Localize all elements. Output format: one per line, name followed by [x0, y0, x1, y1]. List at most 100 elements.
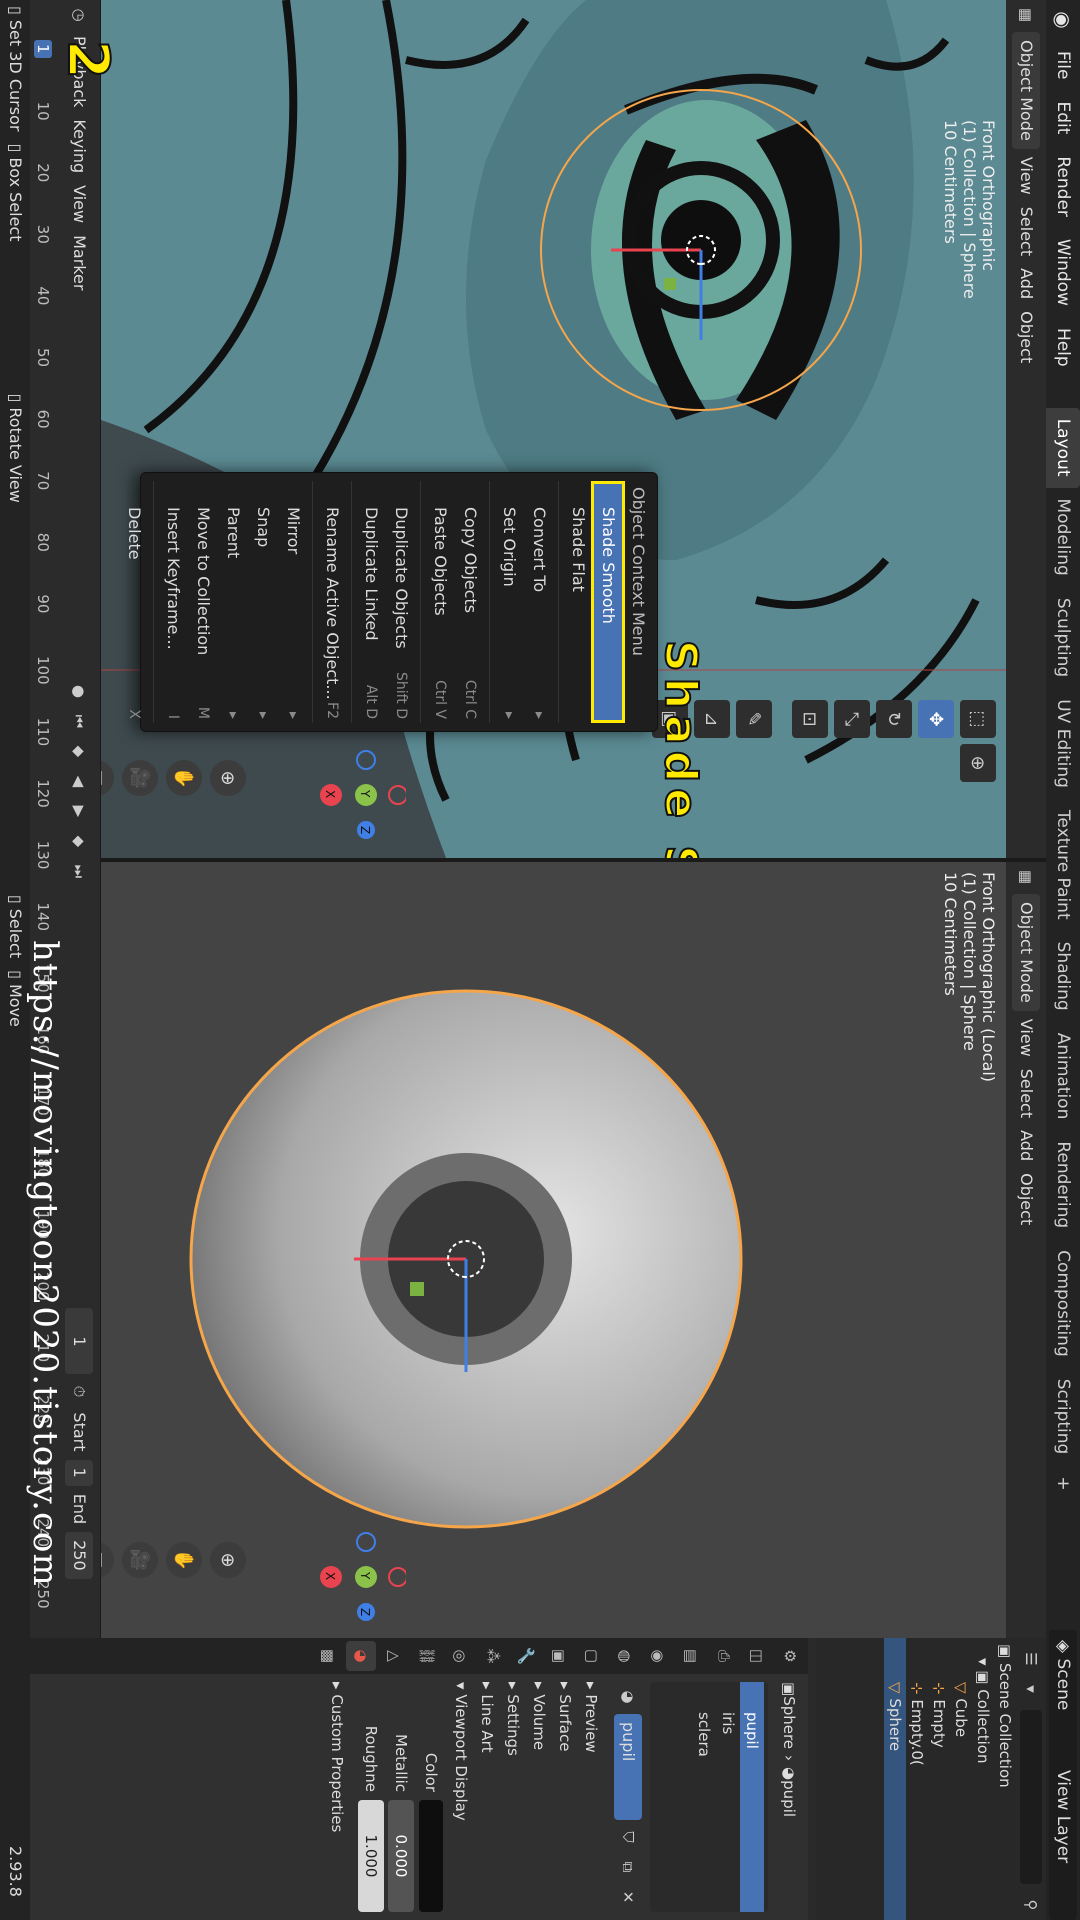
zoom-icon[interactable]: ⊕: [210, 1542, 246, 1578]
modifier-tab-icon[interactable]: 🔧: [511, 1641, 541, 1671]
section-viewport-display[interactable]: ▾ Viewport Display: [448, 1682, 474, 1912]
tab-scripting[interactable]: Scripting: [1046, 1368, 1080, 1466]
cursor-tool-icon[interactable]: ⊕: [960, 744, 996, 782]
object-tab-icon[interactable]: ▣: [544, 1641, 574, 1671]
scene-selector[interactable]: ◈ Scene: [1049, 1630, 1077, 1770]
data-tab-icon[interactable]: △: [379, 1641, 409, 1671]
section-volume[interactable]: ▸ Volume: [526, 1682, 552, 1912]
menu-view[interactable]: View: [1012, 151, 1040, 201]
duplicate-linked-item[interactable]: Duplicate Linked Alt D: [356, 473, 386, 731]
parent-item[interactable]: Parent ▸: [218, 473, 248, 731]
set-origin-item[interactable]: Set Origin ▸: [494, 473, 524, 731]
prev-keyframe-icon[interactable]: ◆: [66, 738, 92, 764]
axis-gizmo-left[interactable]: X Y Z: [296, 740, 406, 850]
collection-tab-icon[interactable]: ▢: [577, 1641, 607, 1671]
snap-item[interactable]: Snap ▸: [248, 473, 278, 731]
menu-edit[interactable]: Edit: [1046, 90, 1080, 145]
pan-icon[interactable]: ✋: [166, 1542, 202, 1578]
material-slot-iris[interactable]: iris: [716, 1682, 740, 1912]
outliner-row-empty[interactable]: ⊹ Empty: [928, 1638, 950, 1920]
material-tab-icon[interactable]: ◕: [346, 1641, 376, 1671]
world-tab-icon[interactable]: ◍: [610, 1641, 640, 1671]
section-preview[interactable]: ▸ Preview: [578, 1682, 604, 1912]
section-settings[interactable]: ▸ Settings: [500, 1682, 526, 1912]
roughness-field[interactable]: 1.000: [358, 1800, 384, 1912]
mirror-item[interactable]: Mirror ▸: [278, 473, 308, 731]
shade-smooth-item[interactable]: Shade Smooth: [592, 467, 624, 737]
tab-uv-editing[interactable]: UV Editing: [1046, 688, 1080, 799]
current-frame-field[interactable]: 1: [65, 1308, 93, 1375]
menu-object[interactable]: Object: [1012, 305, 1040, 369]
menu-add[interactable]: Add: [1012, 1124, 1040, 1167]
blender-logo-icon[interactable]: ◉: [1046, 0, 1080, 40]
object-mode-dropdown[interactable]: Object Mode: [1012, 32, 1040, 149]
duplicate-material-icon[interactable]: ⧉: [615, 1854, 641, 1880]
outliner-row-cube[interactable]: ▽ Cube: [950, 1638, 972, 1920]
play-reverse-icon[interactable]: ◀: [66, 768, 92, 794]
constraints-tab-icon[interactable]: ⛓: [412, 1641, 442, 1671]
menu-render[interactable]: Render: [1046, 145, 1080, 228]
jump-end-icon[interactable]: ⏭: [66, 858, 92, 884]
section-custom-properties[interactable]: ▸ Custom Properties: [324, 1682, 350, 1912]
material-slot-sclera[interactable]: sclera: [692, 1682, 716, 1912]
start-frame-field[interactable]: 1: [65, 1459, 93, 1486]
camera-icon[interactable]: 🎥: [122, 1542, 158, 1578]
rotate-tool-icon[interactable]: ↻: [876, 700, 912, 738]
annotate-tool-icon[interactable]: ✎: [736, 700, 772, 738]
select-box-tool-icon[interactable]: ⬚: [960, 700, 996, 738]
ortho-grid-icon[interactable]: ▦: [101, 760, 114, 796]
material-slot-pupil[interactable]: pupil: [740, 1682, 764, 1912]
zoom-icon[interactable]: ⊕: [210, 760, 246, 796]
editor-type-icon[interactable]: ▦: [1013, 2, 1039, 28]
play-icon[interactable]: ▶: [66, 798, 92, 824]
particles-tab-icon[interactable]: ⁂: [478, 1641, 508, 1671]
section-surface[interactable]: ▸ Surface: [552, 1682, 578, 1912]
metallic-field[interactable]: 0.000: [388, 1800, 414, 1912]
delete-item[interactable]: Delete X: [119, 473, 149, 731]
tab-texture-paint[interactable]: Texture Paint: [1046, 799, 1080, 931]
next-keyframe-icon[interactable]: ◆: [66, 828, 92, 854]
paste-objects-item[interactable]: Paste Objects Ctrl V: [425, 473, 455, 731]
tab-animation[interactable]: Animation: [1046, 1022, 1080, 1131]
outliner-row-sphere[interactable]: ▽ Sphere: [884, 1638, 906, 1920]
move-tool-icon[interactable]: ✥: [918, 700, 954, 738]
duplicate-objects-item[interactable]: Duplicate Objects Shift D: [386, 473, 416, 731]
insert-keyframe-item[interactable]: Insert Keyframe... I: [158, 473, 188, 731]
browse-material-icon[interactable]: ◕: [615, 1684, 641, 1710]
display-mode-icon[interactable]: ▾: [1018, 1676, 1044, 1702]
record-icon[interactable]: ●: [66, 678, 92, 704]
menu-window[interactable]: Window: [1046, 228, 1080, 317]
scene-tab-icon[interactable]: ◉: [643, 1641, 673, 1671]
menu-file[interactable]: File: [1046, 40, 1080, 90]
camera-icon[interactable]: 🎥: [122, 760, 158, 796]
end-frame-field[interactable]: 250: [65, 1532, 93, 1579]
fake-user-icon[interactable]: ⛉: [615, 1824, 641, 1850]
outliner-row-empty-0[interactable]: ⊹ Empty.0(: [906, 1638, 928, 1920]
view-layer-tab-icon[interactable]: ▤: [676, 1641, 706, 1671]
shade-flat-item[interactable]: Shade Flat: [563, 473, 593, 731]
menu-marker[interactable]: Marker: [65, 229, 93, 296]
move-to-collection-item[interactable]: Move to Collection M: [188, 473, 218, 731]
add-workspace-icon[interactable]: +: [1046, 1465, 1080, 1501]
copy-objects-item[interactable]: Copy Objects Ctrl C: [455, 473, 485, 731]
menu-keying[interactable]: Keying: [65, 113, 93, 179]
unlink-material-icon[interactable]: ✕: [615, 1884, 641, 1910]
tab-modeling[interactable]: Modeling: [1046, 488, 1080, 587]
outliner-editor-icon[interactable]: ☰: [1018, 1646, 1044, 1672]
filter-icon[interactable]: ⚲: [1018, 1892, 1044, 1918]
material-name-field[interactable]: pupil: [614, 1714, 642, 1820]
material-slots-list[interactable]: pupil iris sclera: [650, 1682, 768, 1912]
outliner-row-scene-collection[interactable]: ▣ Scene Collection: [994, 1638, 1016, 1920]
ortho-grid-icon[interactable]: ▦: [101, 1542, 114, 1578]
menu-select[interactable]: Select: [1012, 201, 1040, 262]
scale-tool-icon[interactable]: ⤡: [834, 700, 870, 738]
texture-tab-icon[interactable]: ▩: [313, 1641, 343, 1671]
outliner-row-collection[interactable]: ▾ ▣ Collection: [972, 1638, 994, 1920]
object-mode-dropdown[interactable]: Object Mode: [1012, 894, 1040, 1011]
axis-gizmo-right[interactable]: X Y Z: [296, 1522, 406, 1632]
timeline-editor-type-icon[interactable]: ◷: [66, 2, 92, 28]
render-tab-icon[interactable]: ◫: [742, 1641, 772, 1671]
convert-to-item[interactable]: Convert To ▸: [524, 473, 554, 731]
rename-active-object-item[interactable]: Rename Active Object... F2: [317, 473, 347, 731]
viewport-left[interactable]: ▦ Object Mode View Select Add Object Fro…: [101, 0, 1046, 858]
